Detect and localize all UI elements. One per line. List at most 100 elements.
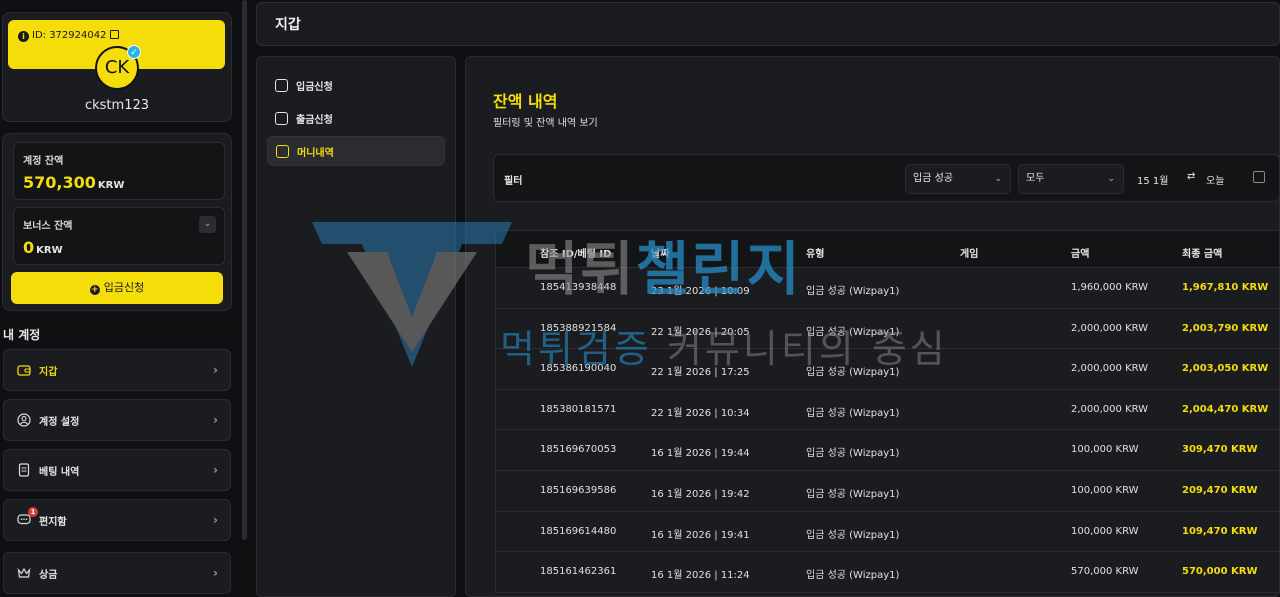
watermark-sub-part2: 커뮤니티의 중심 <box>666 327 948 371</box>
bonus-balance-label: 보너스 잔액 <box>23 221 73 232</box>
sidebar-item-betting-history[interactable]: 베팅 내역 › <box>3 449 231 491</box>
table-cell: 16 1월 2026 | 19:41 <box>651 529 750 541</box>
table-cell: 570,000 KRW <box>1182 566 1258 578</box>
history-icon <box>276 144 289 158</box>
table-row[interactable]: 185169670053 16 1월 2026 | 19:44 입금 성공 (Wiz… <box>495 430 1280 471</box>
copy-icon[interactable] <box>110 30 120 39</box>
chevron-down-icon: ⌄ <box>994 174 1002 184</box>
username: ckstm123 <box>84 98 150 113</box>
table-cell: 16 1월 2026 | 19:42 <box>651 488 750 500</box>
table-cell: 16 1월 2026 | 19:44 <box>651 448 750 460</box>
table-cell: 1,960,000 KRW <box>1071 282 1149 293</box>
table-row[interactable]: 185161462361 16 1월 2026 | 11:24 입금 성공 (Wiz… <box>495 552 1280 593</box>
table-cell: 입금 성공 (Wizpay1) <box>806 407 900 419</box>
sidebar-item-label: 지갑 <box>39 366 58 378</box>
chevron-right-icon: › <box>213 513 218 527</box>
table-cell: 2,000,000 KRW <box>1071 363 1149 375</box>
table-cell: 입금 성공 (Wizpay1) <box>806 570 900 582</box>
sidebar-item-account-settings[interactable]: 계정 설정 › <box>3 399 231 441</box>
column-header: 최종 금액 <box>1182 249 1223 260</box>
table-cell: 2,000,000 KRW <box>1071 403 1149 415</box>
watermark-title-part2: 챌린지 <box>635 235 802 303</box>
type-select[interactable]: 입금 성공 ⌄ <box>905 164 1011 194</box>
table-cell: 185380181571 <box>540 403 617 415</box>
verified-check-icon: ✓ <box>127 45 141 59</box>
table-cell: 입금 성공 (Wizpay1) <box>806 488 900 500</box>
table-row[interactable]: 185380181571 22 1월 2026 | 10:34 입금 성공 (Wiz… <box>495 389 1280 431</box>
account-balance-box: 계정 잔액 570,300 KRW <box>13 142 225 200</box>
table-cell: 185169614480 <box>540 525 617 537</box>
bonus-balance-box: 보너스 잔액 0 KRW ⌄ <box>13 207 225 265</box>
subnav-item-deposit[interactable]: 입금신청 <box>267 70 445 100</box>
subnav-item-label: 출금신청 <box>296 114 333 126</box>
sidebar-item-label: 상금 <box>39 569 58 581</box>
subnav-item-money-history[interactable]: 머니내역 <box>267 136 445 166</box>
table-cell: 22 1월 2026 | 10:34 <box>651 407 750 419</box>
table-row[interactable]: 185169639586 16 1월 2026 | 19:42 입금 성공 (Wiz… <box>495 470 1280 512</box>
watermark-sub-part1: 먹튀검증 <box>500 327 652 371</box>
sidebar-item-label: 베팅 내역 <box>39 466 80 478</box>
calendar-icon[interactable] <box>1253 171 1265 183</box>
table-row[interactable]: 185169614480 16 1월 2026 | 19:41 입금 성공 (Wiz… <box>495 511 1280 553</box>
receipt-icon <box>18 463 30 477</box>
subnav-item-label: 입금신청 <box>296 81 333 93</box>
filter-label: 필터 <box>504 176 523 187</box>
crown-icon <box>17 567 31 578</box>
section-title: 잔액 내역 <box>493 92 558 111</box>
table-cell: 입금 성공 (Wizpay1) <box>806 448 900 460</box>
chevron-right-icon: › <box>213 463 218 477</box>
table-cell: 1,967,810 KRW <box>1182 282 1269 293</box>
account-balance-unit: KRW <box>97 180 125 191</box>
info-icon: i <box>18 31 29 42</box>
account-balance-value: 570,300 <box>23 173 96 192</box>
table-cell: 입금 성공 (Wizpay1) <box>806 529 900 541</box>
section-subtitle: 필터링 및 잔액 내역 보기 <box>493 118 598 129</box>
column-header: 유형 <box>806 249 825 260</box>
table-cell: 109,470 KRW <box>1182 525 1258 537</box>
column-header: 금액 <box>1071 249 1090 260</box>
table-cell: 309,470 KRW <box>1182 444 1258 456</box>
wallet-icon <box>17 365 31 376</box>
table-cell: 570,000 KRW <box>1071 566 1139 578</box>
table-cell: 16 1월 2026 | 11:24 <box>651 570 750 582</box>
user-id: ID: 372924042 <box>32 30 107 41</box>
account-balance-label: 계정 잔액 <box>23 156 64 167</box>
date-from[interactable]: 15 1월 <box>1137 172 1168 187</box>
swap-arrows-icon: ⇄ <box>1187 171 1196 182</box>
deposit-button[interactable]: + 입금신청 <box>11 272 223 304</box>
sidebar: i ID: 372924042 CK ✓ ckstm123 계정 잔액 570,3… <box>0 0 240 597</box>
watermark-subtitle: 먹튀검증 커뮤니티의 중심 <box>500 318 948 373</box>
scope-select[interactable]: 모두 ⌄ <box>1018 164 1124 194</box>
my-account-title: 내 계정 <box>3 328 41 342</box>
sidebar-scrollbar[interactable] <box>242 0 247 540</box>
subnav-item-label: 머니내역 <box>297 147 334 159</box>
table-cell: 209,470 KRW <box>1182 484 1258 496</box>
deposit-button-label: 입금신청 <box>103 281 145 294</box>
chevron-right-icon: › <box>213 413 218 427</box>
download-icon <box>275 78 288 92</box>
sidebar-item-wallet[interactable]: 지갑 › <box>3 349 231 391</box>
bonus-balance-unit: KRW <box>36 245 63 256</box>
date-to[interactable]: 오늘 <box>1206 172 1224 187</box>
table-cell: 2,003,050 KRW <box>1182 363 1269 375</box>
type-select-value: 입금 성공 <box>913 173 953 184</box>
upload-icon <box>275 111 288 125</box>
table-cell: 185169639586 <box>540 484 617 496</box>
watermark-title: 먹튀챌린지 <box>525 222 802 306</box>
table-body: 185413938448 23 1월 2026 | 10:09 입금 성공 (Wiz… <box>495 268 1280 593</box>
sidebar-item-prizes[interactable]: 상금 › <box>3 552 231 594</box>
chevron-down-icon[interactable]: ⌄ <box>199 216 216 233</box>
scope-select-value: 모두 <box>1026 173 1045 184</box>
subnav-item-withdraw[interactable]: 출금신청 <box>267 103 445 133</box>
table-cell: 185161462361 <box>540 566 617 578</box>
app-root: i ID: 372924042 CK ✓ ckstm123 계정 잔액 570,3… <box>0 0 1280 597</box>
user-icon <box>17 413 31 427</box>
sidebar-item-label: 편지함 <box>39 516 67 528</box>
watermark-title-part1: 먹튀 <box>525 235 636 303</box>
sidebar-item-label: 계정 설정 <box>39 416 80 428</box>
table-cell: 2,003,790 KRW <box>1182 322 1269 334</box>
plus-circle-icon: + <box>89 285 100 295</box>
sidebar-item-inbox[interactable]: 1 편지함 › <box>3 499 231 541</box>
watermark-logo <box>312 222 512 367</box>
page-title: 지갑 <box>275 17 301 33</box>
